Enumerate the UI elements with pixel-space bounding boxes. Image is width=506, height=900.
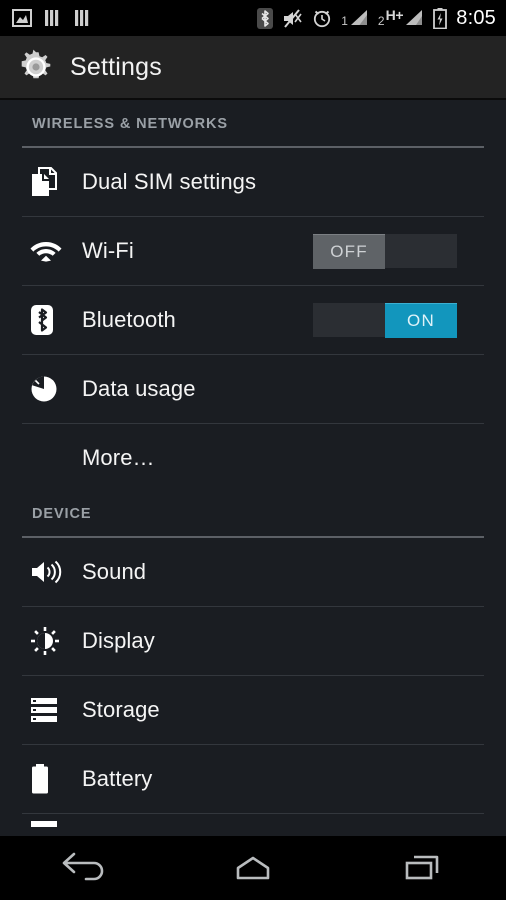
home-button[interactable] bbox=[169, 836, 338, 900]
settings-row-data-usage[interactable]: Data usage bbox=[0, 355, 506, 423]
battery-icon bbox=[30, 764, 74, 794]
pie-chart-icon bbox=[30, 375, 74, 403]
status-bar-clock: 8:05 bbox=[456, 7, 496, 29]
settings-row-sound[interactable]: Sound bbox=[0, 538, 506, 606]
status-bar: 1 2 H+ 8:05 bbox=[0, 0, 506, 36]
sim1-label: 1 bbox=[341, 14, 348, 28]
storage-stack-icon bbox=[30, 697, 74, 723]
wifi-icon bbox=[30, 239, 74, 263]
speaker-volume-icon bbox=[30, 558, 74, 586]
bluetooth-icon bbox=[257, 7, 274, 29]
status-bar-left-icons bbox=[12, 9, 92, 27]
settings-row-dual-sim[interactable]: Dual SIM settings bbox=[0, 148, 506, 216]
wifi-toggle[interactable]: OFF bbox=[313, 233, 457, 269]
sim1-signal-strength-icon bbox=[350, 10, 367, 25]
bluetooth-toggle[interactable]: ON bbox=[313, 302, 457, 338]
dual-sim-cards-icon bbox=[30, 167, 74, 197]
volume-muted-icon bbox=[284, 8, 302, 28]
settings-row-storage[interactable]: Storage bbox=[0, 676, 506, 744]
brightness-sun-icon bbox=[30, 626, 74, 656]
status-bar-right-icons: 1 2 H+ 8:05 bbox=[257, 7, 496, 29]
section-header-wireless: WIRELESS & NETWORKS bbox=[0, 102, 506, 146]
home-icon bbox=[236, 856, 270, 880]
settings-row-label: Sound bbox=[82, 559, 147, 584]
bluetooth-icon bbox=[30, 304, 74, 336]
settings-row-label: Bluetooth bbox=[82, 307, 176, 332]
screenshot-image-icon bbox=[12, 9, 32, 27]
sim2-signal-group: 2 H+ bbox=[377, 7, 424, 28]
recent-apps-button[interactable] bbox=[337, 836, 506, 900]
settings-row-label: Dual SIM settings bbox=[82, 169, 257, 194]
recent-apps-icon bbox=[405, 855, 438, 880]
settings-row-label: Storage bbox=[82, 697, 160, 722]
bluetooth-toggle-thumb[interactable]: ON bbox=[385, 302, 457, 338]
settings-row-display[interactable]: Display bbox=[0, 607, 506, 675]
section-header-label: WIRELESS & NETWORKS bbox=[32, 116, 228, 132]
battery-charging-icon bbox=[433, 7, 448, 29]
settings-row-label: Battery bbox=[82, 766, 153, 791]
back-button[interactable] bbox=[0, 836, 169, 900]
settings-list[interactable]: WIRELESS & NETWORKS Dual SIM settings Wi… bbox=[0, 102, 506, 836]
partial-row-icon bbox=[30, 820, 74, 836]
settings-row-battery[interactable]: Battery bbox=[0, 745, 506, 813]
settings-row-label: Data usage bbox=[82, 376, 196, 401]
wifi-toggle-thumb[interactable]: OFF bbox=[313, 233, 385, 269]
back-icon bbox=[63, 852, 104, 881]
settings-row-label: Display bbox=[82, 628, 155, 653]
settings-row-bluetooth[interactable]: Bluetooth ON bbox=[0, 286, 506, 354]
navigation-bar bbox=[0, 836, 506, 900]
sim2-signal-bars-icon bbox=[75, 10, 89, 26]
settings-row-partial-next[interactable] bbox=[0, 814, 506, 836]
settings-row-more[interactable]: More… bbox=[0, 424, 506, 492]
page-title: Settings bbox=[70, 52, 162, 81]
network-type-label: H+ bbox=[385, 7, 404, 23]
sim1-signal-bars-icon bbox=[45, 10, 59, 26]
section-header-device: DEVICE bbox=[0, 492, 506, 536]
action-bar: Settings bbox=[0, 36, 506, 100]
alarm-clock-icon bbox=[314, 10, 331, 28]
settings-row-wifi[interactable]: Wi-Fi OFF bbox=[0, 217, 506, 285]
sim2-signal-strength-icon bbox=[406, 10, 423, 25]
sim2-label: 2 bbox=[377, 14, 385, 28]
settings-row-label: Wi-Fi bbox=[82, 238, 134, 263]
section-header-label: DEVICE bbox=[32, 506, 92, 522]
gear-icon bbox=[21, 49, 51, 79]
android-settings-screen: 1 2 H+ 8:05 Settings WIRELESS & NETWORKS… bbox=[0, 0, 506, 900]
settings-row-label: More… bbox=[82, 445, 155, 470]
sim1-signal-group: 1 bbox=[341, 9, 369, 27]
